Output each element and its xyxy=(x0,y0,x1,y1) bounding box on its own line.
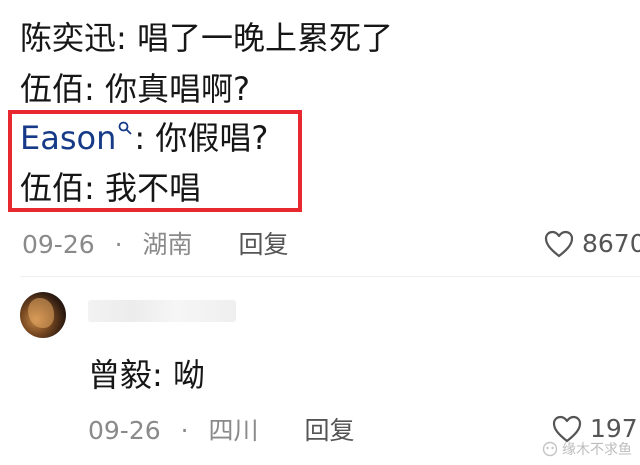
comment-line-5: 曾毅: 呦 xyxy=(88,356,205,394)
username-blurred[interactable] xyxy=(88,300,236,322)
speaker-name: 曾毅 xyxy=(88,356,153,394)
comment-meta: 09-26 · 四川 回复 xyxy=(88,416,355,446)
heart-icon xyxy=(544,230,574,257)
search-icon xyxy=(118,104,132,135)
comment-line-3: Eason: 你假唱? xyxy=(20,118,268,158)
speaker-name: 陈奕迅 xyxy=(20,19,117,57)
line-text: 你真唱啊? xyxy=(104,70,250,108)
watermark-text: 缘木不求鱼 xyxy=(562,442,632,458)
line-text: 唱了一晚上累死了 xyxy=(136,19,393,57)
comment-line-1: 陈奕迅: 唱了一晚上累死了 xyxy=(20,19,393,57)
comment-date: 09-26 xyxy=(22,230,95,259)
like-button[interactable]: 8670 xyxy=(544,229,640,258)
watermark: 缘木不求鱼 xyxy=(542,439,632,459)
like-count: 8670 xyxy=(582,229,640,258)
mention-link[interactable]: Eason xyxy=(20,119,116,157)
meta-dot: · xyxy=(180,416,189,445)
line-text: 我不唱 xyxy=(104,169,201,207)
reply-button[interactable]: 回复 xyxy=(304,416,354,445)
line-text: 呦 xyxy=(172,356,205,394)
avatar[interactable] xyxy=(20,292,66,338)
comment-location: 四川 xyxy=(208,416,259,445)
comment-line-4: 伍佰: 我不唱 xyxy=(20,169,201,207)
comment-location: 湖南 xyxy=(142,230,193,259)
line-text: 你假唱? xyxy=(155,119,269,157)
comment-meta: 09-26 · 湖南 回复 xyxy=(22,230,289,260)
comment-line-2: 伍佰: 你真唱啊? xyxy=(20,70,250,108)
app-logo-icon xyxy=(542,441,558,457)
comment-thread: 陈奕迅: 唱了一晚上累死了 伍佰: 你真唱啊? Eason: 你假唱? 伍佰: … xyxy=(0,0,640,465)
speaker-name: 伍佰 xyxy=(20,169,85,207)
reply-button[interactable]: 回复 xyxy=(238,230,288,259)
meta-dot: · xyxy=(114,230,123,259)
comment-date: 09-26 xyxy=(88,416,161,445)
divider xyxy=(20,276,640,277)
speaker-name: 伍佰 xyxy=(20,70,85,108)
